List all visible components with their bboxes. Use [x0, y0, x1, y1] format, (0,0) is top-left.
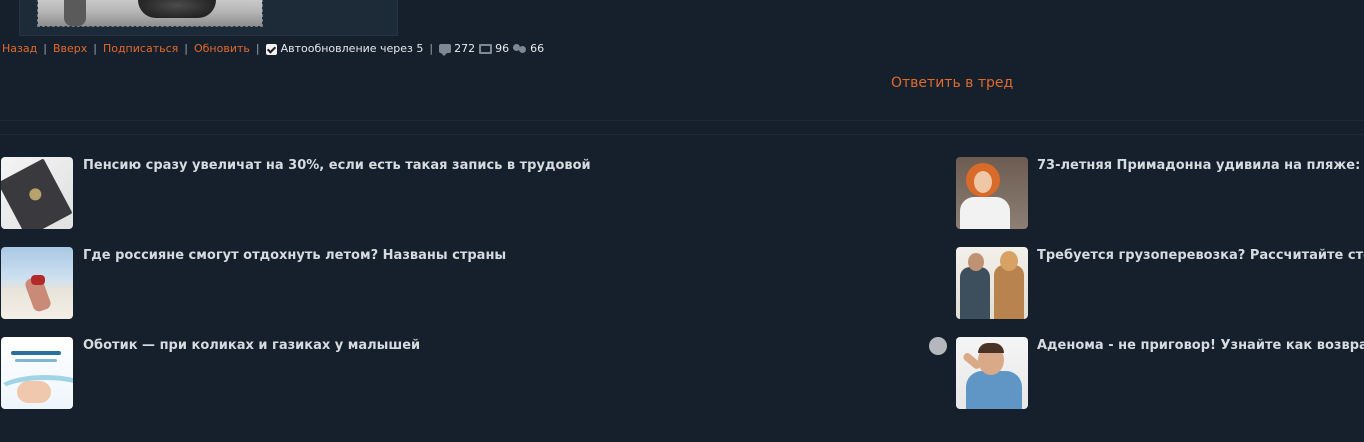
baby-product-image: [1, 337, 73, 409]
users-icon: [513, 44, 527, 54]
posts-count-value: 272: [454, 42, 476, 55]
news-item[interactable]: Аденома - не приговор! Узнайте как возвр…: [956, 337, 1364, 409]
celebrity-image: [956, 157, 1028, 229]
separator: |: [255, 42, 260, 55]
subscribe-link[interactable]: Подписаться: [103, 41, 178, 57]
post-image-thumbnail[interactable]: [37, 0, 263, 27]
ad-info-dot[interactable]: [929, 337, 947, 355]
news-title[interactable]: Пенсию сразу увеличат на 30%, если есть …: [83, 157, 591, 174]
users-count-value: 66: [530, 42, 545, 55]
back-link[interactable]: Назад: [2, 41, 37, 57]
thumbnail-shape: [138, 0, 216, 18]
image-icon: [479, 44, 493, 54]
news-title[interactable]: Оботик — при коликах и газиках у малышей: [83, 337, 420, 354]
thumbnail-shape: [11, 351, 61, 355]
divider: [0, 134, 1364, 135]
thumbnail-shape: [27, 186, 44, 203]
reply-to-thread-link[interactable]: Ответить в тред: [891, 73, 1013, 93]
autorefresh-checkbox[interactable]: [265, 43, 277, 55]
users-count: 66: [513, 41, 544, 57]
news-title[interactable]: Требуется грузоперевозка? Рассчитайте ст…: [1037, 247, 1364, 264]
thumbnail-shape: [968, 253, 984, 271]
man-headache-image: [956, 337, 1028, 409]
labor-book-image: [1, 157, 73, 229]
news-item[interactable]: Требуется грузоперевозка? Рассчитайте ст…: [956, 247, 1364, 319]
thumbnail-shape: [31, 275, 45, 285]
movers-image: [956, 247, 1028, 319]
news-item[interactable]: Где россияне смогут отдохнуть летом? Наз…: [1, 247, 901, 319]
autorefresh-label: Автообновление через 5: [280, 42, 424, 55]
news-item[interactable]: Пенсию сразу увеличат на 30%, если есть …: [1, 157, 901, 229]
news-item[interactable]: 73-летняя Примадонна удивила на пляже: в…: [956, 157, 1364, 229]
thumbnail-shape: [1000, 251, 1018, 271]
thumbnail-shape: [15, 359, 57, 362]
news-title[interactable]: Где россияне смогут отдохнуть летом? Наз…: [83, 247, 506, 264]
thumbnail-shape: [960, 267, 990, 319]
comment-icon: [439, 43, 452, 56]
thumbnail-shape: [974, 171, 992, 193]
refresh-link[interactable]: Обновить: [194, 41, 250, 57]
separator: |: [93, 42, 97, 55]
thumbnail-shape: [978, 343, 1004, 353]
separator: |: [184, 42, 188, 55]
thumbnail-shape: [960, 197, 1010, 229]
images-count: 96: [479, 41, 509, 57]
thumbnail-shape: [994, 265, 1024, 319]
thumbnail-shape: [1, 158, 73, 229]
page: Назад | Вверх | Подписаться | Обновить |…: [0, 0, 1364, 442]
separator: |: [429, 42, 434, 55]
posts-count: 272: [439, 41, 475, 57]
news-title[interactable]: 73-летняя Примадонна удивила на пляже: в…: [1037, 157, 1364, 174]
up-link[interactable]: Вверх: [53, 41, 87, 57]
thumbnail-shape: [64, 0, 86, 26]
news-item[interactable]: Оботик — при коликах и газиках у малышей: [1, 337, 901, 409]
news-title[interactable]: Аденома - не приговор! Узнайте как возвр…: [1037, 337, 1364, 354]
images-count-value: 96: [495, 42, 510, 55]
thread-nav-bar: Назад | Вверх | Подписаться | Обновить |…: [2, 41, 548, 57]
separator: |: [43, 42, 47, 55]
divider: [0, 120, 1364, 121]
thumbnail-shape: [17, 381, 51, 403]
thumbnail-shape: [966, 371, 1022, 409]
beach-image: [1, 247, 73, 319]
